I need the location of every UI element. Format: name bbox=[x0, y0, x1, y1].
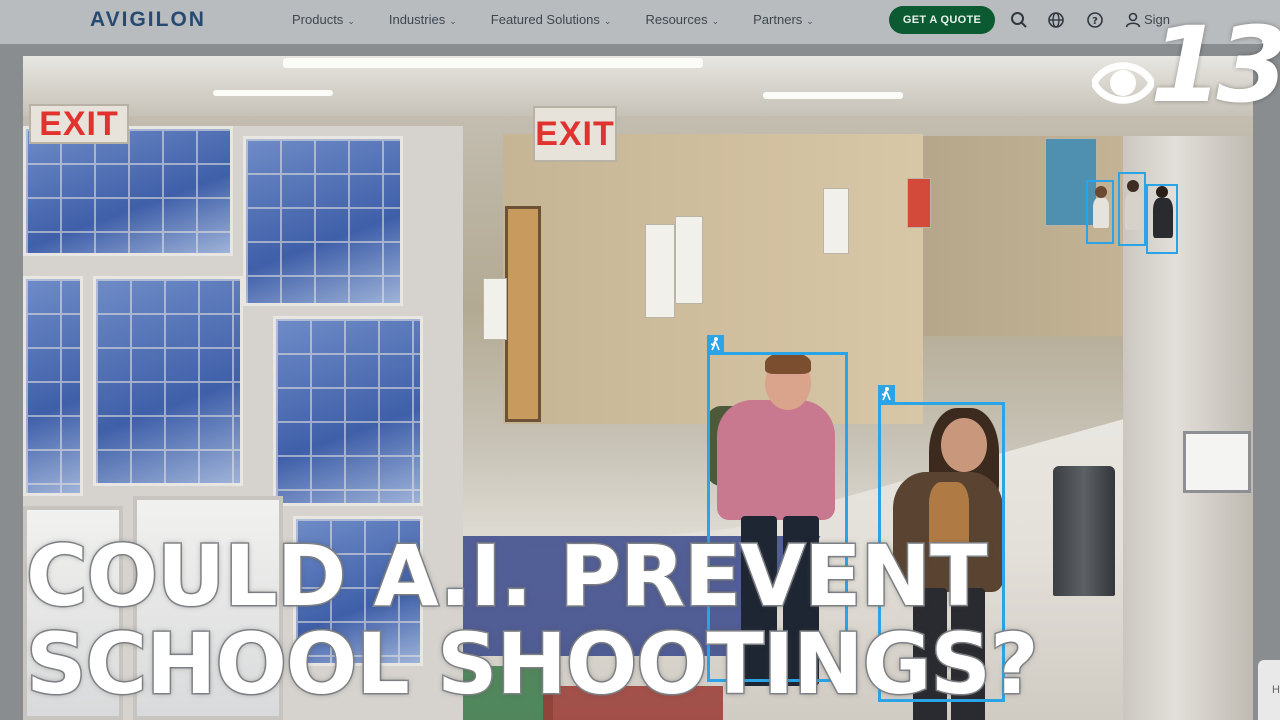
get-a-quote-button[interactable]: GET A QUOTE bbox=[889, 6, 995, 34]
wall-poster bbox=[823, 188, 849, 254]
trash-can bbox=[1053, 466, 1115, 596]
window-pane bbox=[23, 276, 83, 496]
chevron-down-icon: ⌄ bbox=[347, 16, 355, 26]
person-detect-icon bbox=[707, 335, 724, 352]
headline-line-2: SCHOOL SHOOTINGS? bbox=[25, 615, 1041, 713]
detection-box bbox=[1146, 184, 1178, 254]
chevron-down-icon: ⌄ bbox=[711, 16, 720, 26]
screen: AVIGILON Products ⌄ Industries ⌄ Featured … bbox=[0, 0, 1280, 720]
person-detect-icon bbox=[878, 385, 895, 402]
nav-item-featured-solutions[interactable]: Featured Solutions ⌄ bbox=[491, 12, 612, 27]
nav-item-products[interactable]: Products ⌄ bbox=[292, 12, 355, 27]
exit-sign: EXIT bbox=[533, 106, 617, 162]
globe-icon[interactable] bbox=[1047, 11, 1065, 29]
cbs-13-logo: 13 bbox=[1092, 10, 1280, 120]
detection-box bbox=[1118, 172, 1146, 246]
headline-line-1: COULD A.I. PREVENT bbox=[25, 527, 989, 625]
headline: COULD A.I. PREVENT SCHOOL SHOOTINGS? bbox=[25, 527, 1041, 713]
wall-poster bbox=[907, 178, 931, 228]
nav-item-partners[interactable]: Partners ⌄ bbox=[753, 12, 814, 27]
nav-item-industries[interactable]: Industries ⌄ bbox=[389, 12, 457, 27]
window-pane bbox=[23, 126, 233, 256]
search-icon[interactable] bbox=[1010, 11, 1028, 29]
avigilon-logo[interactable]: AVIGILON bbox=[90, 8, 206, 32]
main-nav: Products ⌄ Industries ⌄ Featured Solutions… bbox=[292, 12, 814, 27]
window-pane bbox=[273, 316, 423, 506]
close-icon[interactable]: × bbox=[1260, 27, 1280, 51]
cbs-eye-icon bbox=[1092, 62, 1154, 104]
detection-box bbox=[1086, 180, 1114, 244]
ceiling-light bbox=[213, 90, 333, 96]
nav-item-resources[interactable]: Resources ⌄ bbox=[645, 12, 719, 27]
ceiling-light bbox=[283, 58, 703, 68]
wall-poster bbox=[483, 278, 507, 340]
classroom-door bbox=[505, 206, 541, 422]
site-header: AVIGILON Products ⌄ Industries ⌄ Featured … bbox=[0, 0, 1280, 44]
exit-sign: EXIT bbox=[29, 104, 129, 144]
chevron-down-icon: ⌄ bbox=[603, 16, 612, 26]
wall-poster bbox=[645, 224, 675, 318]
window-pane bbox=[243, 136, 403, 306]
wall-dispenser bbox=[1183, 431, 1251, 493]
corner-widget[interactable]: H bbox=[1258, 660, 1280, 720]
window-pane bbox=[93, 276, 243, 486]
chevron-down-icon: ⌄ bbox=[806, 16, 814, 26]
wall-poster bbox=[675, 216, 703, 304]
chevron-down-icon: ⌄ bbox=[449, 16, 457, 26]
ceiling-light bbox=[763, 92, 903, 99]
